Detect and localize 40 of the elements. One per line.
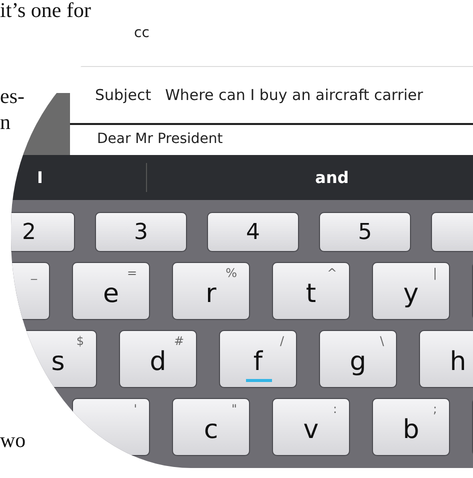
article-text: n — [0, 110, 10, 135]
key-hint: ' — [134, 402, 137, 416]
keyboard-key[interactable]: _ — [11, 262, 50, 320]
key-hint: _ — [31, 266, 37, 280]
keyboard-key[interactable]: c " — [172, 398, 250, 456]
field-label: Subject — [95, 86, 152, 104]
key-hint: : — [332, 402, 337, 416]
word-suggestion[interactable]: I — [11, 163, 147, 192]
key-hint: / — [280, 334, 284, 348]
keyboard-key[interactable]: r % — [172, 262, 250, 320]
article-text: wo — [0, 428, 26, 453]
keyboard-key[interactable]: y | — [372, 262, 450, 320]
keyboard-key[interactable]: e = — [72, 262, 150, 320]
keyboard-key[interactable]: f / — [219, 330, 297, 388]
article-text: it’s one for — [0, 0, 91, 23]
keyboard-key[interactable]: v : — [272, 398, 350, 456]
keyboard-key[interactable]: h — [419, 330, 473, 388]
key-hint: $ — [76, 334, 84, 348]
keyboard-key[interactable]: d # — [119, 330, 197, 388]
key-hint: " — [231, 402, 237, 416]
keyboard-key[interactable]: g \ — [319, 330, 397, 388]
keyboard-key[interactable]: 4 — [207, 212, 299, 252]
key-hint: | — [432, 266, 437, 280]
subject-text: Where can I buy an aircraft carrier — [165, 86, 424, 104]
key-hint: % — [226, 266, 237, 280]
field-label: cc — [134, 25, 150, 41]
key-hint: # — [174, 334, 184, 348]
key-hint: \ — [380, 334, 384, 348]
keyboard-key[interactable]: 3 — [95, 212, 187, 252]
keyboard-key[interactable]: 5 — [319, 212, 411, 252]
keyboard-key[interactable]: ' — [72, 398, 150, 456]
article-text: es- — [0, 84, 24, 109]
key-hint: ; — [432, 402, 437, 416]
key-hint: ^ — [326, 266, 337, 280]
word-suggestion[interactable]: and — [147, 155, 473, 200]
keyboard-key[interactable]: t ^ — [272, 262, 350, 320]
keyboard-key[interactable]: 2 — [11, 212, 75, 252]
message-body-text: Dear Mr President — [97, 131, 223, 147]
keyboard-key[interactable]: b ; — [372, 398, 450, 456]
key-hint: = — [126, 266, 137, 280]
